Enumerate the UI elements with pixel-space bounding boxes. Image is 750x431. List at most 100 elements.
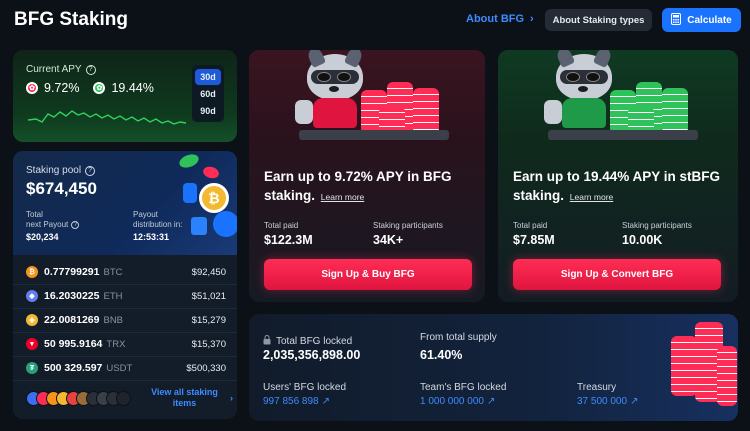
stbfg-participants-label: Staking participants	[622, 221, 692, 230]
total-supply-label: From total supply	[420, 332, 497, 343]
about-staking-types-button[interactable]: About Staking types	[545, 9, 652, 31]
bfg-total-paid-value: $122.3M	[264, 233, 313, 247]
period-90d[interactable]: 90d	[195, 103, 221, 119]
asset-amount: 0.77799291	[44, 266, 100, 278]
asset-row-trx: ▼ 50 995.9164 TRX $15,370	[26, 335, 226, 353]
stbfg-earn-label: Earn up to 19.44% APY in stBFG staking.	[513, 169, 721, 203]
tron-icon: ▼	[26, 338, 38, 350]
bfg-apy-value: 9.72%	[44, 81, 80, 95]
sign-up-buy-bfg-button[interactable]: Sign Up & Buy BFG	[264, 259, 472, 290]
asset-symbol: ETH	[103, 290, 123, 302]
treasury-label: Treasury	[577, 382, 617, 393]
ethereum-icon: ◆	[26, 290, 38, 302]
stbfg-staking-card: Earn up to 19.44% APY in stBFG staking. …	[498, 50, 738, 302]
view-all-staking-link[interactable]: View all staking items ›	[143, 387, 233, 409]
stbfg-apy-value: 19.44%	[111, 81, 154, 95]
asset-usd-value: $15,279	[191, 314, 226, 326]
next-payout-value: $20,234	[26, 232, 59, 242]
asset-row-eth: ◆ 16.2030225 ETH $51,021	[26, 287, 226, 305]
users-locked-label: Users' BFG locked	[263, 382, 347, 393]
total-supply-value: 61.40%	[420, 348, 463, 362]
divider	[13, 284, 237, 285]
raccoon-mascot-illustration	[279, 50, 469, 145]
asset-usd-value: $51,021	[191, 290, 226, 302]
period-selector: 30d 60d 90d	[192, 65, 224, 122]
divider	[13, 356, 237, 357]
stbfg-earn-text: Earn up to 19.44% APY in stBFG staking. …	[513, 167, 728, 207]
asset-usd-value: $500,330	[186, 362, 226, 374]
current-apy-heading: Current APY ?	[26, 64, 96, 75]
asset-usd-value: $92,450	[191, 266, 226, 278]
users-locked-value: 997 856 898	[263, 396, 319, 407]
raccoon-mascot-illustration	[528, 50, 718, 145]
asset-amount: 500 329.597	[44, 362, 103, 374]
about-bfg-link[interactable]: About BFG ›	[466, 13, 534, 25]
treasury-value: 37 500 000	[577, 396, 628, 407]
arrow-up-right-icon: ↗	[321, 396, 331, 407]
calculate-label: Calculate	[687, 14, 732, 26]
stbfg-total-paid-label: Total paid	[513, 221, 548, 230]
stbfg-total-paid-value: $7.85M	[513, 233, 555, 247]
staking-pool-value: $674,450	[26, 179, 97, 198]
current-apy-card: Current APY ? ✿ 9.72% ✿ 19.44% 30d 60d 9…	[13, 50, 237, 142]
staking-pool-card: Staking pool ? $674,450 Total next Payou…	[13, 151, 237, 419]
asset-amount: 50 995.9164	[44, 338, 103, 350]
divider	[13, 380, 237, 381]
view-all-label-2: items	[172, 398, 197, 408]
about-bfg-label: About BFG	[466, 13, 525, 25]
payout-timer: 12:53:31	[133, 232, 170, 242]
asset-row-btc: ₿ 0.77799291 BTC $92,450	[26, 263, 226, 281]
asset-amount: 22.0081269	[44, 314, 100, 326]
current-apy-label: Current APY	[26, 64, 82, 75]
bfg-locked-card: Total BFG locked 2,035,356,898.00 From t…	[249, 314, 738, 421]
info-icon[interactable]: ?	[71, 221, 80, 229]
chip-stack-illustration	[667, 316, 737, 416]
apy-sparkline	[28, 110, 187, 125]
users-locked-link[interactable]: 997 856 898 ↗	[263, 396, 330, 407]
divider	[13, 332, 237, 333]
token-icon	[116, 391, 131, 406]
chevron-right-icon: ›	[530, 13, 534, 25]
staking-pool-label: Staking pool	[26, 165, 82, 176]
bfg-total-paid-label: Total paid	[264, 221, 299, 230]
team-locked-link[interactable]: 1 000 000 000 ↗	[420, 396, 495, 407]
view-all-label-1: View all staking	[151, 387, 218, 397]
stbfg-token-icon: ✿	[93, 82, 106, 94]
divider	[13, 308, 237, 309]
bfg-learn-more-link[interactable]: Learn more	[321, 192, 364, 202]
bfg-earn-text: Earn up to 9.72% APY in BFG staking. Lea…	[264, 167, 479, 207]
arrow-up-right-icon: ↗	[486, 396, 496, 407]
asset-usd-value: $15,370	[191, 338, 226, 350]
sign-up-convert-bfg-button[interactable]: Sign Up & Convert BFG	[513, 259, 721, 290]
arrow-up-right-icon: ↗	[630, 396, 639, 407]
info-icon[interactable]: ?	[85, 165, 96, 176]
asset-symbol: USDT	[106, 362, 133, 374]
tether-icon: ₮	[26, 362, 38, 374]
bfg-staking-card: Earn up to 9.72% APY in BFG staking. Lea…	[249, 50, 485, 302]
info-icon[interactable]: ?	[85, 64, 96, 75]
total-locked-value: 2,035,356,898.00	[263, 348, 361, 362]
bitcoin-icon: ₿	[26, 266, 38, 278]
stbfg-participants-value: 10.00K	[622, 233, 663, 247]
asset-symbol: BNB	[103, 314, 124, 326]
staking-token-icons	[26, 391, 146, 407]
calculate-button[interactable]: Calculate	[662, 8, 741, 32]
bfg-participants-label: Staking participants	[373, 221, 443, 230]
asset-symbol: BTC	[103, 266, 123, 278]
asset-amount: 16.2030225	[44, 290, 100, 302]
asset-symbol: TRX	[106, 338, 126, 350]
next-payout-label: Total next Payout?	[26, 210, 80, 230]
team-locked-label: Team's BFG locked	[420, 382, 507, 393]
total-locked-label: Total BFG locked	[276, 335, 353, 347]
treasury-link[interactable]: 37 500 000 ↗	[577, 396, 638, 407]
bfg-participants-value: 34K+	[373, 233, 404, 247]
staking-pool-heading: Staking pool ?	[26, 165, 96, 176]
stbfg-learn-more-link[interactable]: Learn more	[570, 192, 613, 202]
bnb-icon: ◈	[26, 314, 38, 326]
chevron-right-icon: ›	[230, 392, 233, 403]
calculator-icon	[671, 12, 682, 28]
period-60d[interactable]: 60d	[195, 86, 221, 102]
bfg-token-icon: ✿	[26, 82, 38, 94]
period-30d[interactable]: 30d	[195, 69, 221, 85]
page-title: BFG Staking	[14, 9, 129, 30]
